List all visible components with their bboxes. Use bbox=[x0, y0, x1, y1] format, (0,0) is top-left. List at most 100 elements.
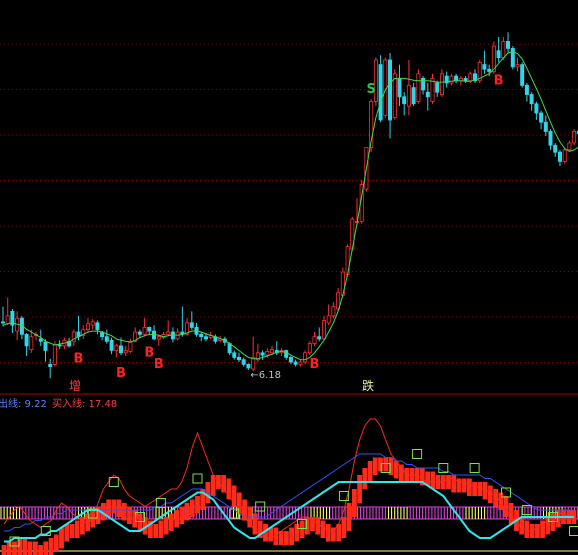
candle-body bbox=[515, 64, 520, 68]
candle-body bbox=[529, 94, 534, 105]
candle-body bbox=[241, 359, 246, 365]
indicator-bar bbox=[116, 499, 122, 517]
candle-body bbox=[86, 323, 91, 331]
indicator-bar bbox=[48, 538, 54, 555]
low-price-marker: ←6.18 bbox=[250, 370, 281, 381]
indicator-bar bbox=[69, 524, 75, 538]
candle-body bbox=[553, 144, 558, 153]
indicator-bar bbox=[472, 482, 477, 496]
candle-body bbox=[501, 41, 506, 59]
indicator-bar bbox=[27, 541, 33, 555]
indicator-bar bbox=[189, 499, 195, 517]
indicator-bar bbox=[446, 475, 451, 489]
candle-body bbox=[539, 112, 544, 123]
candle-body bbox=[293, 361, 298, 365]
candle-body bbox=[534, 103, 539, 114]
candle-body bbox=[43, 341, 48, 351]
candle-body bbox=[246, 363, 251, 369]
candle-body bbox=[482, 64, 487, 70]
candle-body bbox=[123, 350, 128, 354]
candle-body bbox=[227, 343, 232, 354]
candle-body bbox=[142, 326, 147, 335]
candle-body bbox=[439, 73, 444, 96]
indicator-bar bbox=[38, 545, 43, 555]
candle-body bbox=[454, 75, 459, 82]
candle-body bbox=[156, 336, 161, 340]
candle-body bbox=[5, 315, 10, 325]
sell-signal-label: S bbox=[367, 82, 376, 97]
buy-signal-label: B bbox=[310, 357, 320, 372]
indicator-bar bbox=[461, 478, 467, 493]
candle-body bbox=[397, 78, 402, 98]
candle-body bbox=[505, 41, 510, 49]
candle-body bbox=[57, 344, 62, 347]
candle-body bbox=[402, 96, 407, 105]
candle-body bbox=[147, 326, 152, 332]
candle-body bbox=[572, 130, 577, 144]
indicator-bar bbox=[362, 468, 368, 489]
candle-body bbox=[387, 59, 392, 121]
candle-body bbox=[128, 340, 133, 352]
candle-body bbox=[468, 73, 473, 82]
indicator-bar bbox=[341, 517, 347, 538]
candle-body bbox=[378, 64, 383, 121]
candle-body bbox=[326, 315, 331, 324]
candle-body bbox=[567, 142, 572, 151]
indicator-bar bbox=[352, 489, 357, 517]
indicator-bar bbox=[64, 524, 70, 542]
candle-body bbox=[524, 84, 529, 95]
indicator-bar bbox=[53, 534, 59, 552]
indicator-bar bbox=[179, 506, 185, 524]
indicator-bar bbox=[524, 520, 530, 538]
candle-body bbox=[52, 344, 57, 365]
candle-body bbox=[260, 352, 265, 356]
indicator-bar bbox=[294, 524, 300, 542]
candle-body bbox=[421, 78, 426, 91]
indicator-bar bbox=[59, 527, 64, 549]
indicator-bar bbox=[1, 545, 7, 555]
candle-body bbox=[189, 322, 194, 328]
indicator-bar bbox=[346, 503, 352, 531]
indicator-bar bbox=[106, 499, 111, 517]
candle-body bbox=[411, 87, 416, 105]
candle-body bbox=[298, 361, 303, 365]
legend-sell-line: 出线: 9.22 bbox=[0, 397, 47, 410]
indicator-bar bbox=[519, 517, 525, 535]
candle-body bbox=[321, 320, 326, 340]
candle-body bbox=[510, 48, 515, 68]
candle-body bbox=[331, 306, 336, 317]
candle-body bbox=[543, 121, 548, 132]
indicator-bar bbox=[174, 510, 179, 528]
indicator-bar bbox=[184, 503, 190, 521]
candle-body bbox=[425, 91, 430, 98]
candle-body bbox=[203, 336, 208, 340]
indicator-bar bbox=[22, 538, 28, 555]
chart-background bbox=[0, 0, 578, 555]
indicator-bar bbox=[357, 475, 362, 503]
indicator-bar bbox=[451, 475, 457, 493]
indicator-bar bbox=[325, 524, 331, 542]
candle-body bbox=[109, 339, 114, 351]
tag-die: 跌 bbox=[362, 378, 374, 393]
indicator-bar bbox=[168, 513, 174, 531]
buy-signal-label: B bbox=[74, 351, 84, 366]
indicator-bar bbox=[12, 541, 17, 555]
indicator-bar bbox=[430, 471, 436, 489]
indicator-bar bbox=[33, 541, 38, 555]
legend-buy-line: 买入线: 17.48 bbox=[52, 397, 117, 410]
indicator-bar bbox=[372, 457, 378, 475]
candle-body bbox=[496, 50, 501, 59]
indicator-bar bbox=[137, 513, 143, 531]
indicator-bar bbox=[320, 520, 326, 538]
indicator-bar bbox=[74, 520, 80, 538]
candle-body bbox=[137, 331, 142, 335]
candle-body bbox=[303, 352, 308, 363]
indicator-bar bbox=[378, 457, 383, 472]
indicator-bar bbox=[508, 503, 514, 524]
indicator-bar bbox=[503, 496, 509, 517]
candle-body bbox=[548, 130, 553, 146]
candle-body bbox=[307, 343, 312, 354]
indicator-bar bbox=[127, 506, 132, 524]
buy-signal-label: B bbox=[154, 357, 164, 372]
candle-body bbox=[269, 349, 274, 354]
